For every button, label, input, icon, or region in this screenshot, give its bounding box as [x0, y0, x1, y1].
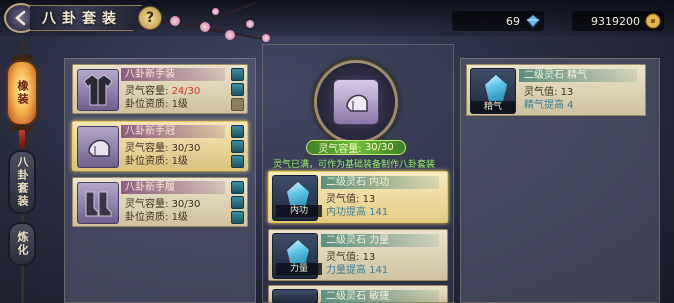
equipment-name: 八卦新手冠: [125, 126, 175, 137]
rank-line: 卦位资质: 1级: [125, 99, 188, 111]
stone-slots: [231, 125, 244, 168]
stone-slot[interactable]: [231, 155, 244, 168]
coin-count: 9319200: [591, 14, 640, 28]
blue-gem-icon: [526, 14, 540, 28]
stone-tag: 力量: [276, 263, 322, 275]
stone-name: 二级灵石 力量: [326, 235, 390, 246]
stone-slot-empty[interactable]: [231, 98, 244, 111]
helmet-icon: [333, 79, 379, 125]
rank-label: 卦位资质:: [125, 99, 169, 110]
tab-bagua-set[interactable]: 八卦套装: [8, 150, 36, 214]
capacity-value: 30/30: [171, 199, 201, 210]
lingqi-value: 13: [560, 87, 574, 98]
capacity-label: 灵气容量:: [125, 199, 169, 210]
capacity-value: 24/30: [171, 86, 201, 97]
capacity-label: 灵气容量:: [318, 144, 362, 155]
tab-label: 橡装: [16, 80, 29, 106]
equipment-card-robe[interactable]: 八卦新手装 灵气容量: 24/30 卦位资质: 1级: [72, 64, 248, 114]
tab-label: 八卦套装: [16, 156, 29, 208]
tab-equipment-lantern[interactable]: 橡装: [6, 60, 38, 126]
lingqi-line: 灵气值: 13: [326, 252, 375, 264]
rank-value: 1级: [171, 156, 188, 167]
rank-value: 1级: [171, 212, 188, 223]
rank-line: 卦位资质: 1级: [125, 212, 188, 224]
stone-name: 二级灵石 敏捷: [326, 291, 390, 302]
lingqi-value: 13: [362, 252, 376, 263]
capacity-line: 灵气容量: 30/30: [125, 199, 200, 211]
lingqi-label: 灵气值:: [524, 87, 558, 98]
stone-slot[interactable]: [231, 140, 244, 153]
lingqi-value: 13: [362, 194, 376, 205]
lantern-tassel: [19, 130, 25, 148]
stone-thumb: [272, 289, 318, 303]
blossom-decoration: [212, 8, 219, 15]
tab-label: 炼化: [16, 231, 29, 257]
capacity-line: 灵气容量: 30/30: [125, 143, 200, 155]
capacity-value: 30/30: [171, 143, 201, 154]
blossom-decoration: [170, 16, 180, 26]
gem-count: 69: [506, 14, 520, 28]
equipment-name: 八卦新手履: [125, 182, 175, 193]
capacity-label: 灵气容量:: [125, 86, 169, 97]
stone-slot[interactable]: [231, 68, 244, 81]
stone-card-minjie[interactable]: 二级灵石 敏捷: [268, 285, 448, 303]
stone-card-jingqi[interactable]: 精气 二级灵石 精气 灵气值: 13 精气提高 4: [466, 64, 646, 116]
stone-tag: 内功: [276, 205, 322, 217]
rank-label: 卦位资质:: [125, 156, 169, 167]
tab-refine[interactable]: 炼化: [8, 222, 36, 266]
equipment-card-helmet[interactable]: 八卦新手冠 灵气容量: 30/30 卦位资质: 1级: [72, 121, 248, 171]
blossom-decoration: [246, 20, 254, 28]
stone-tag: 精气: [471, 101, 515, 113]
equipment-card-boots[interactable]: 八卦新手履 灵气容量: 30/30 卦位资质: 1级: [72, 177, 248, 227]
rank-label: 卦位资质:: [125, 212, 169, 223]
rank-value: 1级: [171, 99, 188, 110]
rank-line: 卦位资质: 1级: [125, 156, 188, 168]
boots-icon: [77, 182, 119, 224]
stone-slot[interactable]: [231, 181, 244, 194]
stone-thumb: 力量: [272, 233, 322, 279]
stone-name: 二级灵石 精气: [524, 70, 588, 81]
capacity-badge: 灵气容量: 30/30: [306, 140, 406, 155]
help-button[interactable]: ?: [138, 6, 162, 30]
stone-slot[interactable]: [231, 125, 244, 138]
page-title: 八卦套装: [42, 11, 122, 27]
stone-card-neigong[interactable]: 内功 二级灵石 内功 灵气值: 13 内功提高 141: [268, 171, 448, 223]
blossom-decoration: [200, 22, 210, 32]
lingqi-label: 灵气值:: [326, 194, 360, 205]
capacity-value: 30/30: [364, 142, 394, 153]
stone-slot[interactable]: [231, 211, 244, 224]
bonus-line: 精气提高 4: [524, 100, 574, 111]
gem-counter: 69: [452, 11, 544, 31]
capacity-line: 灵气容量: 24/30: [125, 86, 200, 98]
lingqi-line: 灵气值: 13: [326, 194, 375, 206]
stone-slot[interactable]: [231, 83, 244, 96]
capacity-label: 灵气容量:: [125, 143, 169, 154]
stone-slots: [231, 181, 244, 224]
copper-coin-icon: [645, 13, 661, 29]
equipment-name: 八卦新手装: [125, 69, 175, 80]
blossom-decoration: [262, 34, 270, 42]
capacity-full-notice: 灵气已满，可作为基础装备制作八卦套装: [272, 160, 435, 170]
stone-name: 二级灵石 内功: [326, 177, 390, 188]
stone-slots: [231, 68, 244, 111]
helmet-icon: [77, 126, 119, 168]
selected-equipment-ring: [314, 60, 398, 144]
bonus-line: 内功提高 141: [326, 207, 389, 218]
back-arrow-icon: [15, 10, 26, 26]
lingqi-label: 灵气值:: [326, 252, 360, 263]
blossom-decoration: [225, 30, 235, 40]
coin-counter: 9319200: [572, 11, 664, 31]
stone-thumb: 精气: [470, 68, 516, 114]
bonus-line: 力量提高 141: [326, 265, 389, 276]
stone-slot[interactable]: [231, 196, 244, 209]
crystal-icon: [485, 75, 507, 103]
lingqi-line: 灵气值: 13: [524, 87, 573, 99]
title-plate: 八卦套装: [30, 5, 142, 31]
stone-thumb: 内功: [272, 175, 322, 221]
stone-card-liliang[interactable]: 力量 二级灵石 力量 灵气值: 13 力量提高 141: [268, 229, 448, 281]
robe-icon: [77, 69, 119, 111]
